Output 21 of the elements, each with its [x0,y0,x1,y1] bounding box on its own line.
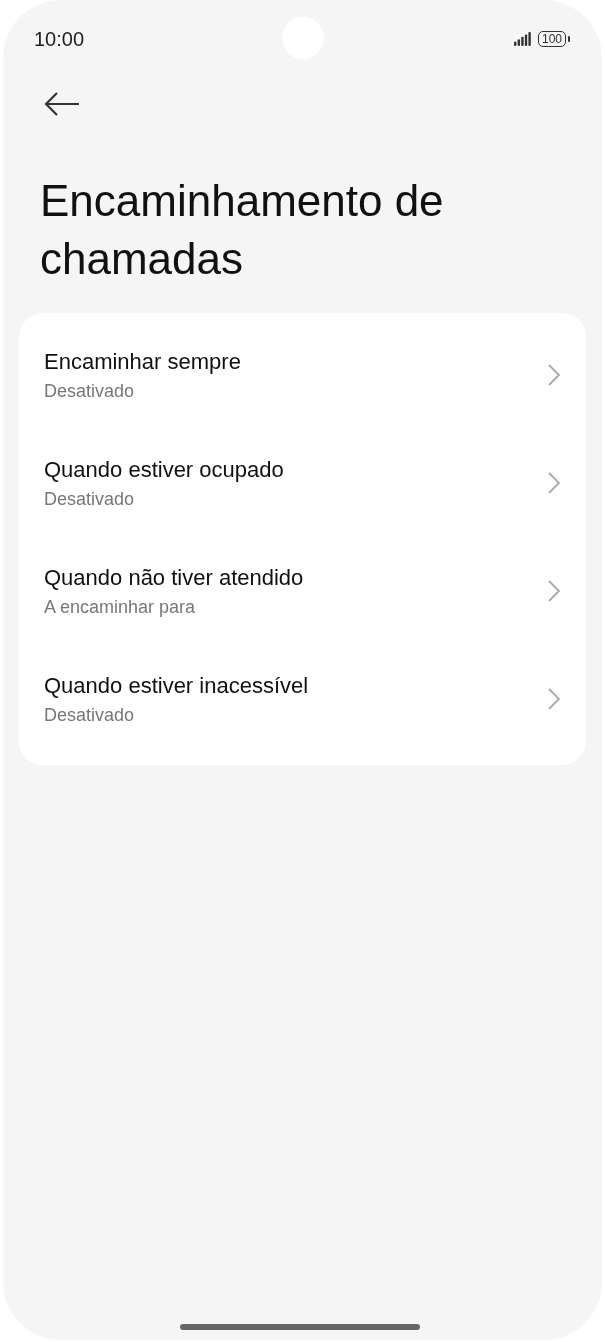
row-title: Quando não tiver atendido [44,564,304,591]
chevron-icon [548,472,560,494]
row-title: Encaminhar sempre [44,348,241,375]
row-title: Quando estiver inacessível [44,672,309,699]
row-title: Quando estiver ocupado [44,456,284,483]
row-subtitle: Desativado [44,488,136,510]
page-title: Encaminhamento de chamadas [40,175,445,285]
back-arrow-icon[interactable] [44,92,80,116]
row-subtitle: A encaminhar para [44,596,197,618]
battery-level: 100 [537,31,566,47]
row-subtitle: Desativado [44,380,136,402]
settings-row[interactable]: Quando estiver inacessível Desativado [19,645,586,753]
signal-icon [513,32,532,46]
settings-row[interactable]: Quando não tiver atendido A encaminhar para [19,537,586,645]
row-subtitle: Desativado [44,704,136,726]
status-time: 10:00 [34,27,85,51]
chevron-icon [548,364,560,386]
chevron-icon [548,688,560,710]
settings-row[interactable]: Encaminhar sempre Desativado [19,321,586,429]
chevron-icon [548,580,560,602]
settings-row[interactable]: Quando estiver ocupado Desativado [19,429,586,537]
